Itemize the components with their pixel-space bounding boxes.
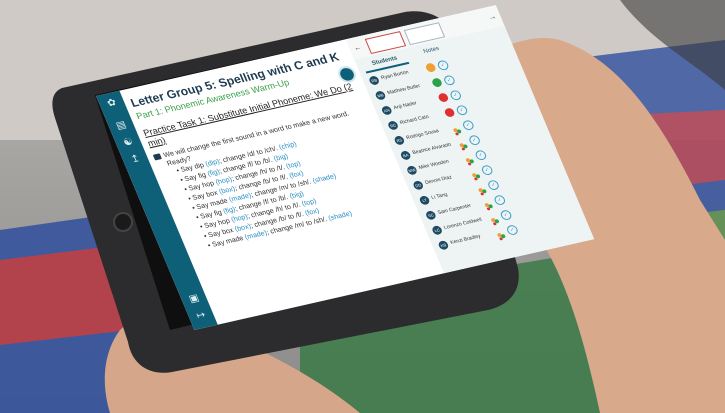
activity-icon[interactable] (450, 122, 462, 136)
activity-icon[interactable] (488, 212, 500, 226)
student-name: Dennis Diaz (424, 174, 453, 187)
student-name: Kenzi Bradley (449, 233, 482, 246)
avatar: LC (430, 225, 444, 236)
back-arrow-icon[interactable]: ← (352, 42, 363, 52)
check-icon[interactable]: ✓ (461, 119, 476, 132)
activity-icon[interactable] (469, 167, 481, 181)
avatar: BA (399, 150, 412, 161)
student-name: Matthew Butler (386, 83, 422, 97)
check-icon[interactable]: ✓ (486, 179, 501, 191)
photo-scene: ✿ ▤ ☯ ↥ ▣ ↦ Letter Group 5: Spelling wit… (0, 0, 725, 413)
student-name: Anji Nader (392, 100, 418, 112)
activity-icon[interactable] (494, 227, 506, 241)
status-dot[interactable] (430, 77, 444, 88)
status-dot[interactable] (424, 62, 437, 73)
student-name: Ryan Burton (380, 69, 410, 82)
avatar: KB (437, 240, 450, 251)
student-name: Sam Carpenter (436, 202, 473, 216)
speech-icon (152, 153, 162, 161)
check-icon[interactable]: ✓ (467, 134, 482, 147)
chart-icon[interactable]: ↥ (128, 153, 144, 166)
logo-icon: ✿ (105, 97, 119, 110)
student-name: Li Tang (430, 191, 449, 201)
check-icon[interactable]: ✓ (436, 59, 450, 72)
activity-icon[interactable] (456, 137, 468, 151)
forward-arrow-icon[interactable]: → (486, 12, 497, 22)
check-icon[interactable]: ✓ (505, 224, 520, 236)
activity-icon[interactable] (481, 197, 493, 211)
check-icon[interactable]: ✓ (448, 89, 463, 102)
avatar: LT (418, 195, 431, 206)
check-icon[interactable]: ✓ (492, 194, 507, 206)
student-name: Rodrigo Sousa (405, 128, 440, 142)
avatar: RS (393, 135, 406, 146)
check-icon[interactable]: ✓ (442, 74, 457, 87)
check-icon[interactable]: ✓ (474, 149, 488, 161)
avatar: DD (412, 180, 425, 191)
people-icon[interactable]: ☯ (121, 136, 137, 149)
avatar: RB (368, 75, 381, 86)
student-name: Mike Wooden (417, 158, 450, 172)
exit-icon[interactable]: ↦ (194, 310, 210, 322)
avatar: SC (424, 210, 437, 221)
activity-icon[interactable] (475, 182, 487, 196)
student-name: Lorenzo Coldwell (443, 216, 483, 231)
status-dot[interactable] (437, 92, 450, 103)
student-name: Richard Cato (398, 114, 430, 127)
cast-icon[interactable]: ▣ (186, 293, 202, 305)
check-icon[interactable]: ✓ (480, 164, 495, 176)
check-icon[interactable]: ✓ (455, 104, 469, 117)
check-icon[interactable]: ✓ (499, 209, 513, 221)
avatar: AN (380, 105, 393, 116)
activity-icon[interactable] (462, 152, 474, 166)
status-dot[interactable] (443, 107, 456, 118)
avatar: RC (386, 120, 400, 131)
avatar: MW (405, 165, 419, 176)
avatar: MB (374, 90, 387, 101)
student-name: Beatrice Alvarado (411, 141, 453, 157)
book-icon[interactable]: ▤ (114, 119, 130, 132)
